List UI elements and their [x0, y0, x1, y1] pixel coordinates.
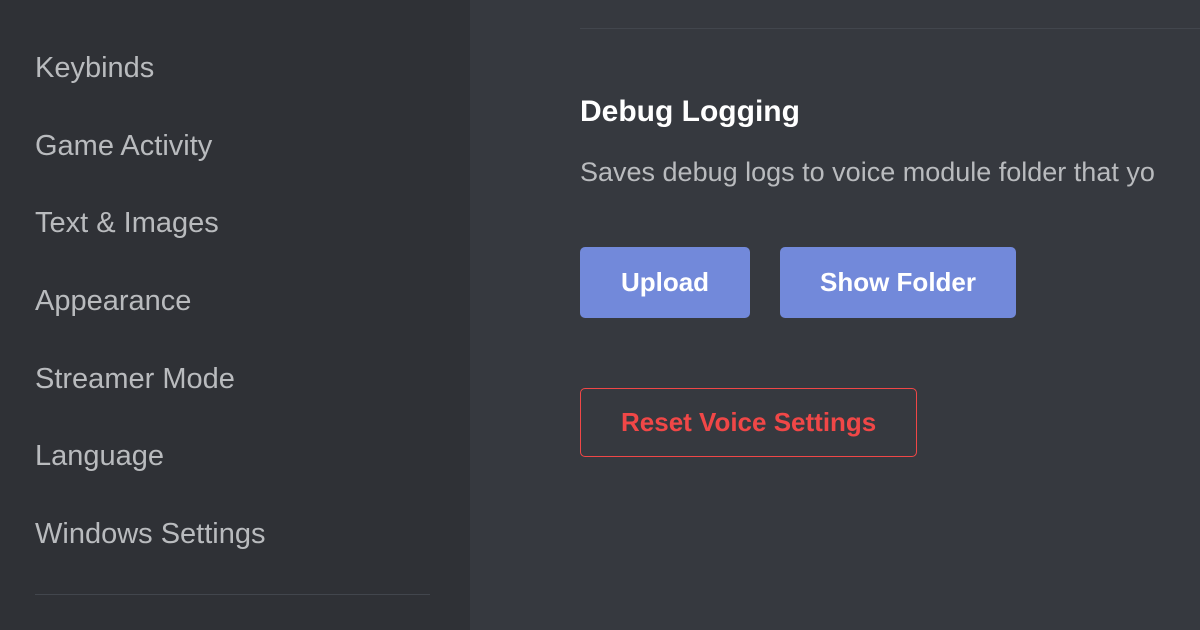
sidebar-item-appearance[interactable]: Appearance — [35, 263, 470, 341]
content-divider — [580, 28, 1200, 29]
show-folder-button[interactable]: Show Folder — [780, 247, 1016, 318]
sidebar-item-language[interactable]: Language — [35, 418, 470, 496]
debug-button-row: Upload Show Folder — [580, 247, 1200, 318]
settings-sidebar: Keybinds Game Activity Text & Images App… — [0, 0, 470, 630]
sidebar-item-keybinds[interactable]: Keybinds — [35, 30, 470, 108]
upload-button[interactable]: Upload — [580, 247, 750, 318]
sidebar-item-windows-settings[interactable]: Windows Settings — [35, 496, 470, 574]
sidebar-divider — [35, 594, 430, 595]
settings-content: Debug Logging Saves debug logs to voice … — [470, 0, 1200, 630]
sidebar-item-text-images[interactable]: Text & Images — [35, 185, 470, 263]
debug-logging-title: Debug Logging — [580, 95, 1200, 129]
sidebar-item-game-activity[interactable]: Game Activity — [35, 108, 470, 186]
debug-logging-description: Saves debug logs to voice module folder … — [580, 154, 1200, 192]
sidebar-item-streamer-mode[interactable]: Streamer Mode — [35, 341, 470, 419]
reset-voice-settings-button[interactable]: Reset Voice Settings — [580, 388, 917, 457]
